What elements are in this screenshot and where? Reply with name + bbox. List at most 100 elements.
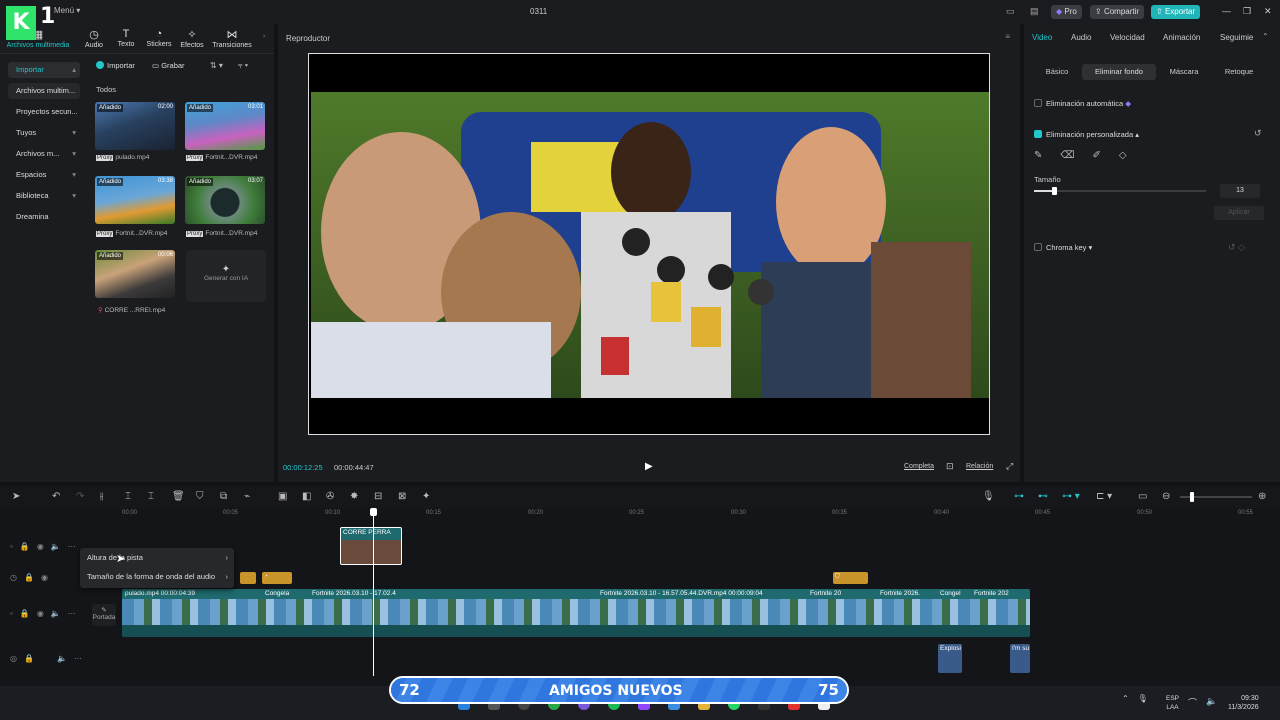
menu-button[interactable]: Menú ▾ bbox=[54, 6, 80, 15]
hamburger-icon[interactable]: ≡ bbox=[1005, 32, 1010, 41]
chroma-key-row[interactable]: Chroma key ▾ bbox=[1034, 243, 1092, 252]
magnet-icon[interactable]: ⊷ bbox=[1038, 491, 1048, 502]
menu-item-track-height[interactable]: Altura de la pista › bbox=[80, 548, 234, 567]
volume-icon[interactable]: 🔈 bbox=[51, 609, 61, 618]
slider-handle[interactable] bbox=[1052, 187, 1057, 195]
media-thumbnail[interactable]: Añadido 00:06 bbox=[95, 250, 175, 298]
sort-icon[interactable]: ⇅ ▾ bbox=[210, 61, 223, 70]
main-video-track[interactable]: pulado.mp4 00:00:04:39 Congela Fortnite … bbox=[122, 589, 1030, 637]
sidebar-item-import[interactable]: Importar ▴ bbox=[8, 62, 80, 78]
close-icon[interactable]: ✕ bbox=[1264, 6, 1272, 17]
audio-clip[interactable]: Explosi bbox=[938, 644, 962, 673]
share-button[interactable]: ⇪ Compartir bbox=[1090, 5, 1145, 19]
video-preview[interactable] bbox=[308, 53, 990, 435]
chroma-key-checkbox[interactable] bbox=[1034, 243, 1042, 251]
clock-icon[interactable]: ◷ bbox=[10, 573, 17, 582]
maximize-icon[interactable]: ❐ bbox=[1243, 6, 1251, 17]
zoom-handle[interactable] bbox=[1190, 492, 1194, 502]
chevron-up-icon[interactable]: ⌃ bbox=[1262, 32, 1269, 41]
sidebar-item-files[interactable]: Archivos m... ▾ bbox=[8, 146, 80, 162]
effect-clip[interactable]: ◔ bbox=[262, 572, 292, 584]
shield-icon[interactable]: ⛉ bbox=[196, 491, 204, 502]
record-button[interactable]: ▭ Grabar bbox=[152, 61, 185, 70]
tab-audio[interactable]: ◷ Audio bbox=[80, 28, 108, 49]
play-icon[interactable]: ▶ bbox=[645, 461, 653, 472]
ratio-button[interactable]: Relación bbox=[966, 463, 993, 470]
freeze-icon[interactable]: ▣ bbox=[278, 491, 287, 502]
mic-icon[interactable]: 🎙 bbox=[982, 491, 995, 502]
tab-transitions[interactable]: ⋈ Transiciones bbox=[210, 28, 254, 49]
cutout-icon[interactable]: ✇ bbox=[326, 491, 334, 502]
smart-eraser-icon[interactable]: ⌫ bbox=[1060, 150, 1074, 161]
pro-button[interactable]: ◆ Pro bbox=[1051, 5, 1082, 19]
export-button[interactable]: ⇧ Exportar bbox=[1151, 5, 1201, 19]
auto-remove-row[interactable]: Eliminación automática ◆ bbox=[1034, 99, 1131, 108]
undo-icon[interactable]: ↶ bbox=[52, 491, 60, 502]
tab-speed[interactable]: Velocidad bbox=[1110, 33, 1145, 42]
filter-icon[interactable]: ⫧ ▾ bbox=[238, 61, 248, 71]
crop-icon[interactable]: ⊡ bbox=[946, 461, 954, 472]
zoom-out-icon[interactable]: ⊖ bbox=[1162, 491, 1170, 502]
magic-icon[interactable]: ✸ bbox=[350, 491, 358, 502]
eraser-icon[interactable]: ◇ bbox=[1119, 150, 1127, 161]
media-thumbnail[interactable]: Añadido 02:00 bbox=[95, 102, 175, 150]
media-thumbnail[interactable]: Añadido 03:38 bbox=[95, 176, 175, 224]
network-icon[interactable]: ⌒ bbox=[1188, 696, 1197, 709]
effect-clip[interactable]: ⛉ bbox=[833, 572, 868, 584]
volume-icon[interactable]: 🔈 bbox=[57, 654, 67, 663]
subtab-remove-bg[interactable]: Eliminar fondo bbox=[1082, 64, 1156, 80]
split-right-icon[interactable]: ⌶ bbox=[148, 491, 154, 502]
enhance-icon[interactable]: ⊠ bbox=[398, 491, 406, 502]
tabs-next-icon[interactable]: › bbox=[258, 33, 270, 40]
tab-audio-inspector[interactable]: Audio bbox=[1071, 33, 1091, 42]
subtab-mask[interactable]: Máscara bbox=[1162, 64, 1206, 80]
subtab-retouch[interactable]: Retoque bbox=[1212, 64, 1266, 80]
eye-icon[interactable]: ◉ bbox=[41, 573, 48, 582]
snap-icon[interactable]: ⊶ ▾ bbox=[1062, 491, 1080, 502]
ai-icon[interactable]: ✦ bbox=[422, 491, 430, 502]
chevron-up-icon[interactable]: ⌃ bbox=[1122, 694, 1129, 703]
clock[interactable]: 09:30 11/3/2026 bbox=[1228, 694, 1259, 712]
audio-clip[interactable]: I'm su bbox=[1010, 644, 1030, 673]
playhead[interactable] bbox=[370, 508, 377, 676]
full-button[interactable]: Completa bbox=[904, 463, 934, 470]
preview-axis-icon[interactable]: ⊏ ▾ bbox=[1096, 491, 1112, 502]
subtitle-icon[interactable]: ▭ bbox=[1138, 491, 1147, 502]
mic-icon[interactable]: 🎙 bbox=[1138, 694, 1148, 703]
tab-tracking[interactable]: Seguimie bbox=[1220, 33, 1253, 42]
select-icon[interactable]: ➤ bbox=[12, 491, 20, 502]
brush-icon[interactable]: ✐ bbox=[1093, 150, 1101, 161]
effect-clip[interactable] bbox=[240, 572, 256, 584]
language-indicator[interactable]: ESP LAA bbox=[1166, 694, 1179, 712]
tab-effects[interactable]: ✧ Efectos bbox=[178, 28, 206, 49]
eye-icon[interactable]: ◉ bbox=[37, 609, 44, 618]
zoom-slider[interactable] bbox=[1180, 492, 1252, 502]
media-thumbnail[interactable]: Añadido 03:01 bbox=[185, 102, 265, 150]
split-icon[interactable]: ⫲ bbox=[100, 491, 103, 502]
playhead-handle[interactable] bbox=[370, 508, 377, 516]
shortcuts-icon[interactable]: ▤ bbox=[1030, 6, 1039, 17]
cover-button[interactable]: ✎ Portada bbox=[92, 604, 116, 626]
layout-icon[interactable]: ▭ bbox=[1006, 6, 1015, 17]
lock-icon[interactable]: 🔒 bbox=[24, 654, 34, 663]
volume-icon[interactable]: 🔈 bbox=[51, 542, 61, 551]
music-icon[interactable]: ◎ bbox=[10, 654, 17, 663]
more-icon[interactable]: ⋯ bbox=[74, 654, 82, 663]
sidebar-item-spaces[interactable]: Espacios ▾ bbox=[8, 167, 80, 183]
menu-item-waveform-size[interactable]: Tamaño de la forma de onda del audio › bbox=[80, 567, 234, 586]
volume-icon[interactable]: 🔈 bbox=[1206, 696, 1217, 707]
sidebar-item-media-files[interactable]: Archivos multim... bbox=[8, 83, 80, 99]
delete-icon[interactable]: 🗑 bbox=[172, 491, 185, 502]
size-value-input[interactable]: 13 bbox=[1220, 184, 1260, 198]
tab-video[interactable]: Video bbox=[1032, 33, 1052, 42]
reset-icon[interactable]: ↺ bbox=[1254, 128, 1262, 139]
zoom-in-icon[interactable]: ⊕ bbox=[1258, 491, 1266, 502]
overlay-clip[interactable]: CORRE PERRA bbox=[340, 527, 402, 565]
auto-remove-checkbox[interactable] bbox=[1034, 99, 1042, 107]
sidebar-item-yours[interactable]: Tuyos ▾ bbox=[8, 125, 80, 141]
crop-icon[interactable]: ⧉ bbox=[220, 491, 227, 502]
apply-button[interactable]: Aplicar bbox=[1214, 206, 1264, 220]
sidebar-item-library[interactable]: Biblioteca ▾ bbox=[8, 188, 80, 204]
tab-stickers[interactable]: ◔ Stickers bbox=[144, 28, 174, 48]
minimize-icon[interactable]: — bbox=[1222, 6, 1231, 16]
